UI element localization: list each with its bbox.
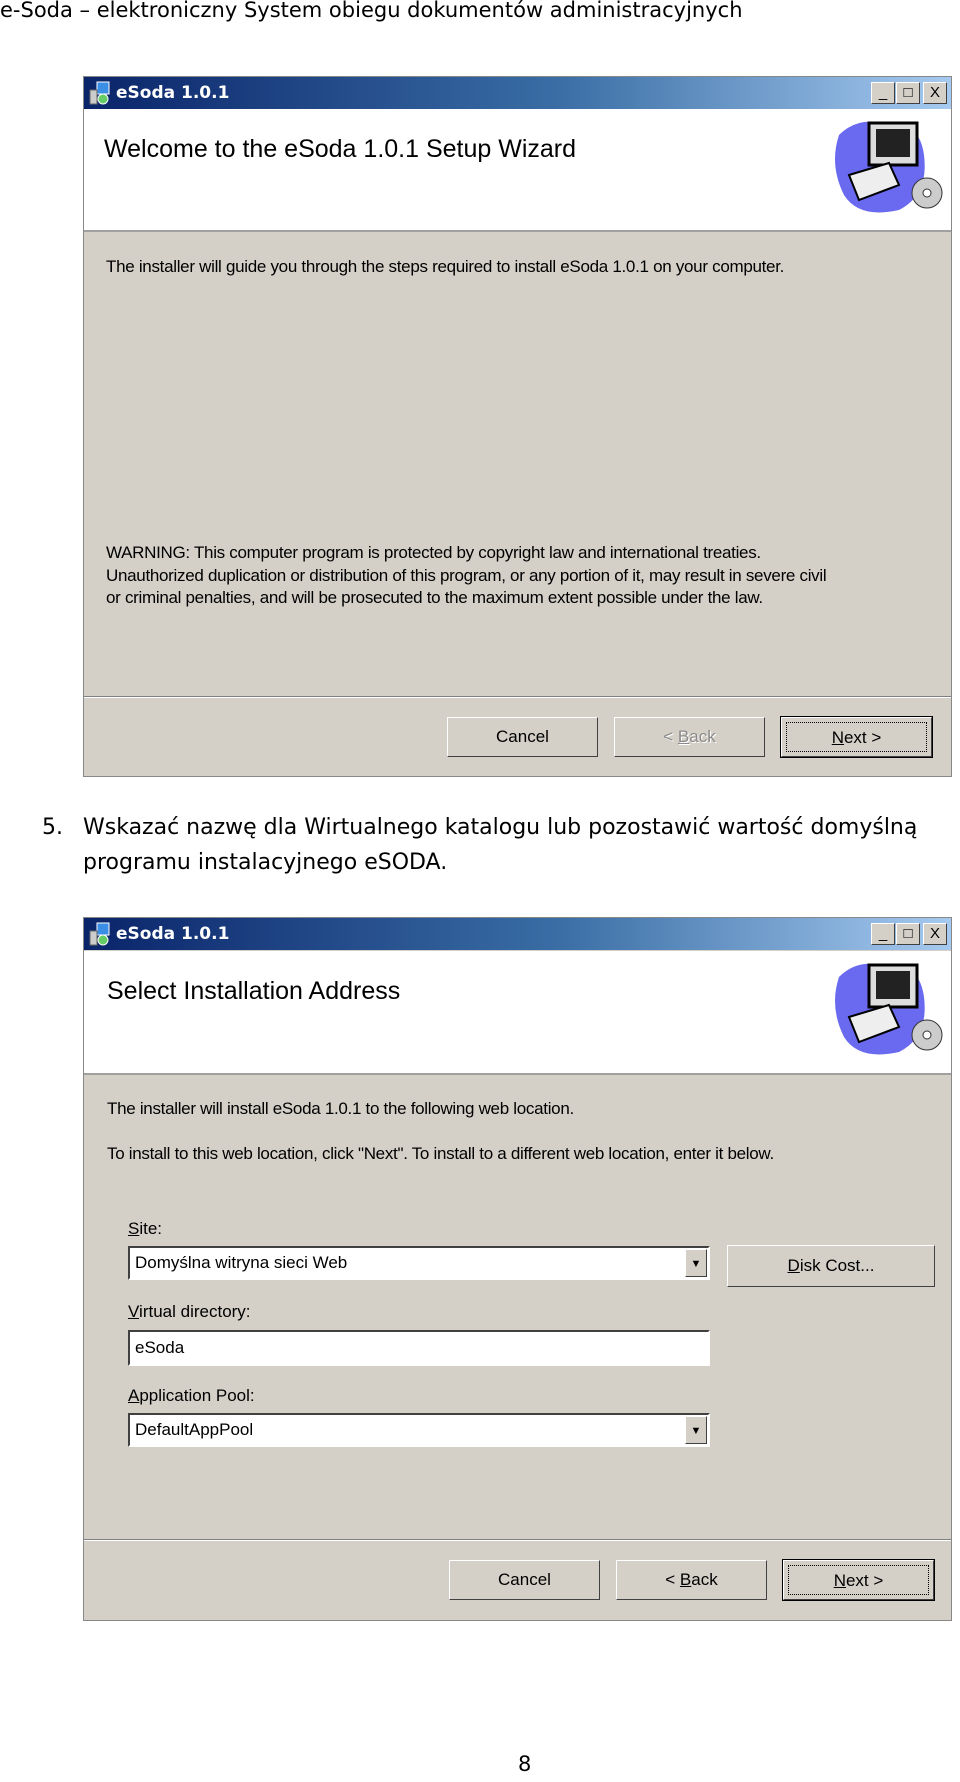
site-label-rest: ite:: [139, 1219, 163, 1238]
wizard-heading: Welcome to the eSoda 1.0.1 Setup Wizard: [104, 135, 577, 163]
wizard-heading: Select Installation Address: [107, 977, 401, 1005]
back-mnemonic: B: [677, 727, 690, 746]
minimize-button[interactable]: _: [871, 923, 895, 945]
application-pool-label: Application Pool:: [128, 1386, 255, 1406]
application-pool-dropdown[interactable]: DefaultAppPool ▼: [128, 1413, 710, 1447]
title-bar[interactable]: eSoda 1.0.1 _ □ X: [84, 918, 951, 950]
next-label-rest: ext >: [845, 1571, 884, 1590]
minimize-button[interactable]: _: [871, 82, 895, 104]
maximize-button[interactable]: □: [896, 923, 920, 945]
virtual-directory-input[interactable]: eSoda: [128, 1330, 710, 1366]
back-button[interactable]: < Back: [616, 1560, 767, 1600]
step-text-line-2: programu instalacyjnego eSODA.: [83, 850, 448, 875]
warning-line-3: or criminal penalties, and will be prose…: [106, 588, 763, 607]
application-pool-value: DefaultAppPool: [135, 1420, 254, 1439]
info-text-1: The installer will install eSoda 1.0.1 t…: [107, 1099, 574, 1118]
intro-text: The installer will guide you through the…: [106, 257, 785, 276]
next-focus-ring: Next >: [786, 722, 927, 752]
chevron-down-icon[interactable]: ▼: [685, 1416, 707, 1444]
setup-wizard-welcome-window: eSoda 1.0.1 _ □ X Welcome to the eSoda 1…: [83, 76, 952, 777]
application-pool-mnemonic: A: [128, 1386, 140, 1405]
window-title: eSoda 1.0.1: [116, 924, 230, 944]
computer-clipart-icon: [835, 963, 943, 1055]
next-mnemonic: N: [831, 728, 844, 747]
next-label-rest: ext >: [843, 728, 882, 747]
installer-icon: [89, 81, 110, 105]
close-button[interactable]: X: [923, 923, 947, 945]
back-label-rest: ack: [689, 727, 716, 746]
back-mnemonic: B: [679, 1570, 692, 1589]
back-label-prefix: <: [663, 727, 678, 746]
site-value: Domyślna witryna sieci Web: [135, 1253, 348, 1272]
step-text-line-1: Wskazać nazwę dla Wirtualnego katalogu l…: [83, 815, 918, 840]
disk-cost-button[interactable]: Disk Cost...: [727, 1245, 935, 1287]
document-page: e-Soda – elektroniczny System obiegu dok…: [0, 0, 960, 1782]
virtual-directory-label: Virtual directory:: [128, 1302, 251, 1322]
next-focus-ring: Next >: [788, 1565, 929, 1595]
page-number: 8: [518, 1752, 532, 1776]
site-mnemonic: S: [128, 1219, 140, 1238]
page-header: e-Soda – elektroniczny System obiegu dok…: [0, 0, 743, 22]
cancel-button[interactable]: Cancel: [447, 717, 598, 757]
back-label-prefix: <: [665, 1570, 680, 1589]
footer-divider: [84, 1539, 951, 1541]
application-pool-label-rest: pplication Pool:: [139, 1386, 255, 1405]
back-label-rest: ack: [691, 1570, 718, 1589]
info-text-2: To install to this web location, click "…: [107, 1144, 774, 1163]
virtual-directory-mnemonic: V: [128, 1302, 140, 1321]
computer-clipart-icon: [835, 121, 943, 213]
warning-line-2: Unauthorized duplication or distribution…: [106, 566, 827, 585]
select-installation-address-window: eSoda 1.0.1 _ □ X Select Installation Ad…: [83, 917, 952, 1621]
maximize-button[interactable]: □: [896, 82, 920, 104]
wizard-header: Select Installation Address: [84, 951, 951, 1075]
cancel-button[interactable]: Cancel: [449, 1560, 600, 1600]
step-number: 5.: [42, 815, 63, 840]
disk-cost-label-rest: isk Cost...: [799, 1256, 875, 1275]
warning-line-1: WARNING: This computer program is protec…: [106, 543, 761, 562]
disk-cost-mnemonic: D: [787, 1256, 800, 1275]
close-button[interactable]: X: [923, 82, 947, 104]
footer-divider: [84, 696, 951, 698]
chevron-down-icon[interactable]: ▼: [685, 1249, 707, 1277]
next-mnemonic: N: [833, 1571, 846, 1590]
next-button[interactable]: Next >: [780, 716, 933, 758]
window-title: eSoda 1.0.1: [116, 83, 230, 103]
title-bar[interactable]: eSoda 1.0.1 _ □ X: [84, 77, 951, 109]
back-button[interactable]: < Back: [614, 717, 765, 757]
next-button[interactable]: Next >: [782, 1559, 935, 1601]
wizard-header: Welcome to the eSoda 1.0.1 Setup Wizard: [84, 109, 951, 232]
installer-icon: [89, 922, 110, 946]
virtual-directory-label-rest: irtual directory:: [139, 1302, 251, 1321]
site-label: Site:: [128, 1219, 162, 1239]
site-dropdown[interactable]: Domyślna witryna sieci Web ▼: [128, 1246, 710, 1280]
